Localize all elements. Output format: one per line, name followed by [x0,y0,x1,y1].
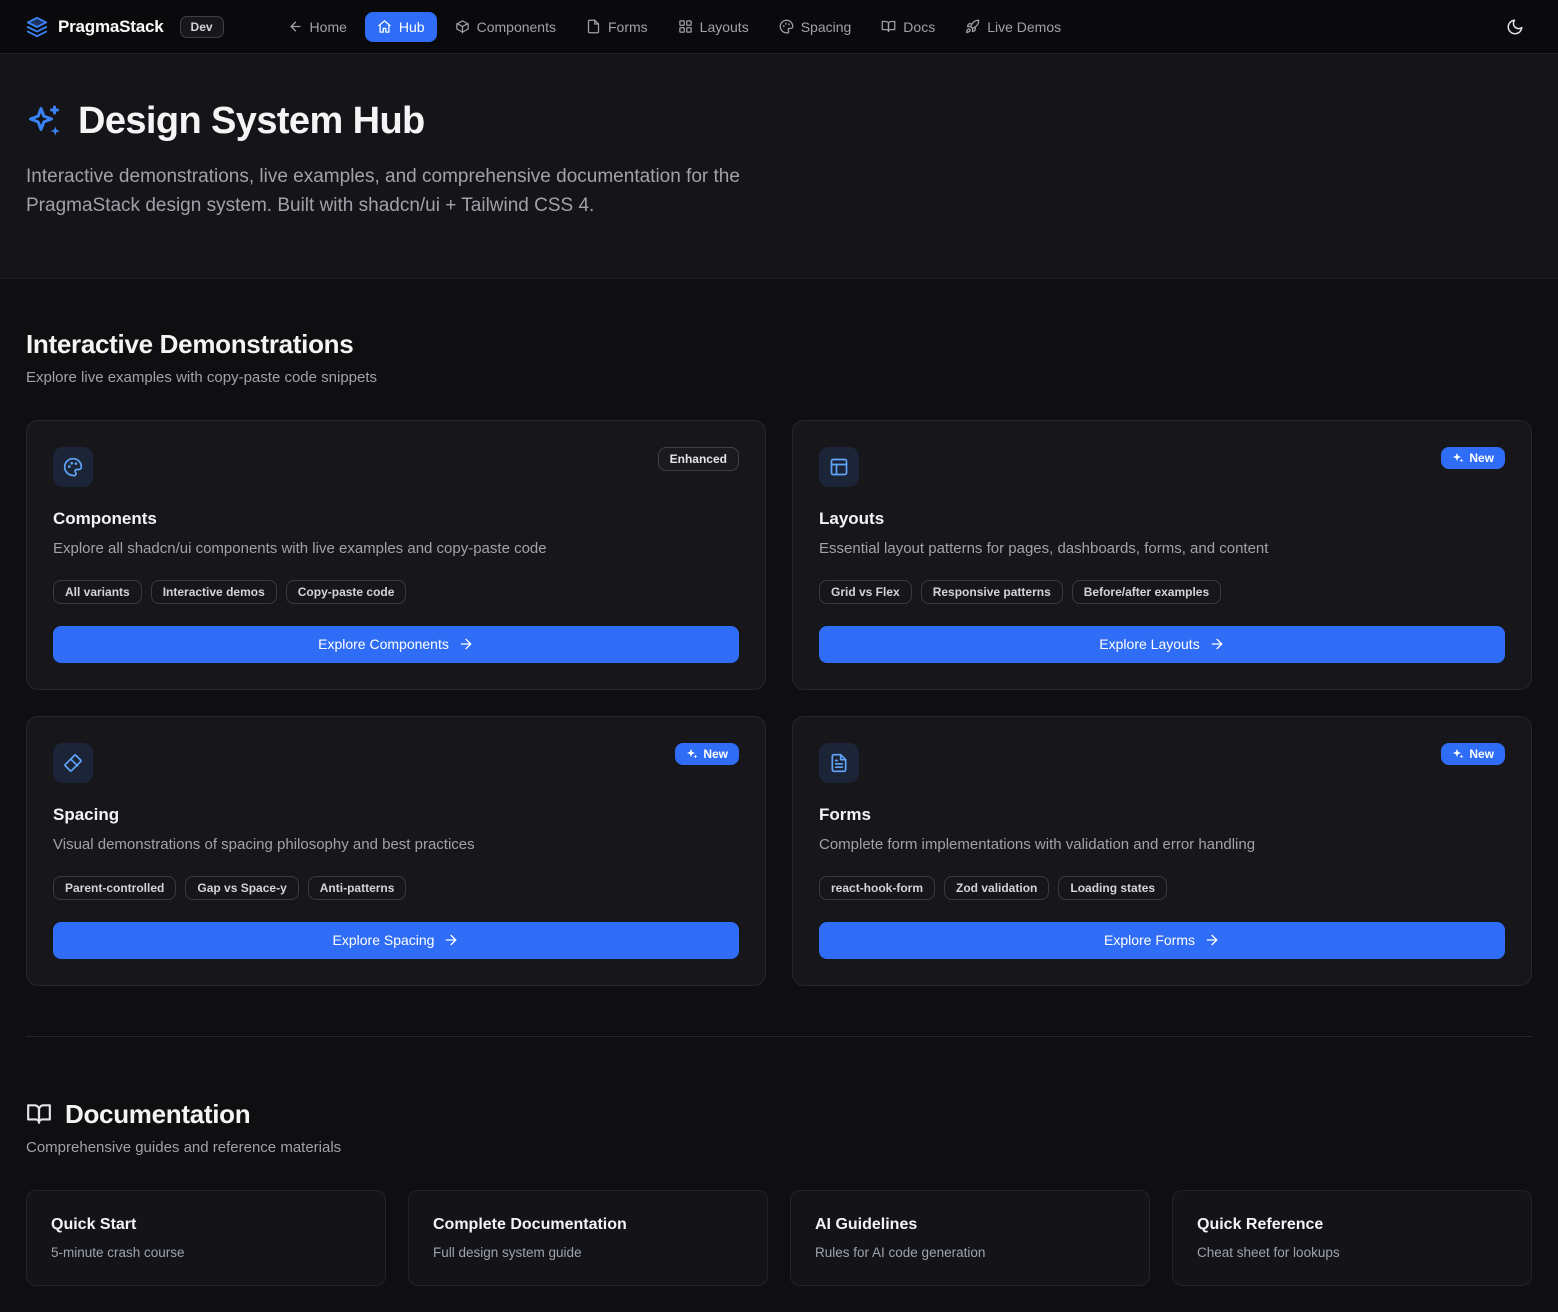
card-description: Complete form implementations with valid… [819,834,1505,856]
doc-card-title: Complete Documentation [433,1216,743,1234]
doc-card-description: 5-minute crash course [51,1245,361,1260]
new-badge: New [675,743,739,765]
arrow-right-icon [458,636,474,652]
tag: All variants [53,580,142,604]
home-icon [377,19,392,34]
doc-card-description: Full design system guide [433,1245,743,1260]
palette-icon [53,447,93,487]
nav-item-hub[interactable]: Hub [365,12,437,42]
enhanced-badge: Enhanced [658,447,739,471]
tag: Anti-patterns [308,876,407,900]
nav-item-home[interactable]: Home [276,12,359,42]
new-badge: New [1441,447,1505,469]
nav-links: Home Hub Components Forms Layouts Spacin… [276,12,1074,42]
explore-spacing-button[interactable]: Explore Spacing [53,922,739,959]
tag: Copy-paste code [286,580,407,604]
sparkles-icon [1452,452,1464,464]
nav-item-forms[interactable]: Forms [574,12,660,42]
nav-item-spacing[interactable]: Spacing [767,12,864,42]
tag-row: Grid vs Flex Responsive patterns Before/… [819,580,1505,604]
arrow-right-icon [1209,636,1225,652]
card-description: Visual demonstrations of spacing philoso… [53,834,739,856]
demo-card-layouts: New Layouts Essential layout patterns fo… [792,420,1532,690]
tag: Gap vs Space-y [185,876,298,900]
card-description: Essential layout patterns for pages, das… [819,538,1505,560]
doc-card-grid: Quick Start 5-minute crash course Comple… [26,1190,1532,1286]
doc-card-description: Rules for AI code generation [815,1245,1125,1260]
tag: Zod validation [944,876,1049,900]
nav-item-components[interactable]: Components [443,12,568,42]
explore-components-button[interactable]: Explore Components [53,626,739,663]
card-title: Layouts [819,509,1505,529]
page-title: Design System Hub [78,100,425,143]
sparkles-icon [686,748,698,760]
tag-row: Parent-controlled Gap vs Space-y Anti-pa… [53,876,739,900]
brand-name: PragmaStack [58,17,164,37]
doc-card-title: Quick Start [51,1216,361,1234]
explore-layouts-button[interactable]: Explore Layouts [819,626,1505,663]
tag: Loading states [1058,876,1167,900]
tag: Parent-controlled [53,876,176,900]
demo-card-spacing: New Spacing Visual demonstrations of spa… [26,716,766,986]
nav-item-layouts[interactable]: Layouts [666,12,761,42]
demo-card-forms: New Forms Complete form implementations … [792,716,1532,986]
tag: Before/after examples [1072,580,1221,604]
doc-card-description: Cheat sheet for lookups [1197,1245,1507,1260]
layout-icon [819,447,859,487]
card-description: Explore all shadcn/ui components with li… [53,538,739,560]
arrow-right-icon [443,932,459,948]
arrow-left-icon [288,19,303,34]
section-title: Documentation [65,1099,250,1130]
ruler-icon [53,743,93,783]
doc-card-quick-start[interactable]: Quick Start 5-minute crash course [26,1190,386,1286]
card-title: Forms [819,805,1505,825]
tag-row: react-hook-form Zod validation Loading s… [819,876,1505,900]
doc-card-title: Quick Reference [1197,1216,1507,1234]
demo-card-grid: Enhanced Components Explore all shadcn/u… [26,420,1532,986]
doc-card-complete-documentation[interactable]: Complete Documentation Full design syste… [408,1190,768,1286]
rocket-icon [965,19,980,34]
layers-logo-icon [26,16,48,38]
tag: Grid vs Flex [819,580,912,604]
brand: PragmaStack Dev [26,16,224,38]
navbar: PragmaStack Dev Home Hub Components Form… [0,0,1558,54]
main-content: Interactive Demonstrations Explore live … [0,279,1558,1312]
package-icon [455,19,470,34]
nav-item-live-demos[interactable]: Live Demos [953,12,1073,42]
grid-icon [678,19,693,34]
file-text-icon [819,743,859,783]
tag: Interactive demos [151,580,277,604]
doc-card-quick-reference[interactable]: Quick Reference Cheat sheet for lookups [1172,1190,1532,1286]
doc-card-title: AI Guidelines [815,1216,1125,1234]
documentation-section: Documentation Comprehensive guides and r… [26,1037,1532,1286]
moon-icon [1506,18,1524,36]
dev-badge: Dev [180,16,224,38]
explore-forms-button[interactable]: Explore Forms [819,922,1505,959]
tag: react-hook-form [819,876,935,900]
section-subtitle: Explore live examples with copy-paste co… [26,369,1532,386]
sparkles-icon [26,104,62,140]
book-open-icon [26,1101,52,1127]
sparkles-icon [1452,748,1464,760]
hero: Design System Hub Interactive demonstrat… [0,54,1558,279]
book-icon [881,19,896,34]
tag: Responsive patterns [921,580,1063,604]
section-subtitle: Comprehensive guides and reference mater… [26,1139,1532,1156]
theme-toggle-button[interactable] [1498,10,1532,44]
interactive-demonstrations-section: Interactive Demonstrations Explore live … [26,279,1532,986]
nav-item-docs[interactable]: Docs [869,12,947,42]
new-badge: New [1441,743,1505,765]
page-subtitle: Interactive demonstrations, live example… [26,163,776,220]
palette-icon [779,19,794,34]
arrow-right-icon [1204,932,1220,948]
demo-card-components: Enhanced Components Explore all shadcn/u… [26,420,766,690]
tag-row: All variants Interactive demos Copy-past… [53,580,739,604]
section-title: Interactive Demonstrations [26,329,1532,360]
doc-card-ai-guidelines[interactable]: AI Guidelines Rules for AI code generati… [790,1190,1150,1286]
card-title: Components [53,509,739,529]
file-icon [586,19,601,34]
card-title: Spacing [53,805,739,825]
